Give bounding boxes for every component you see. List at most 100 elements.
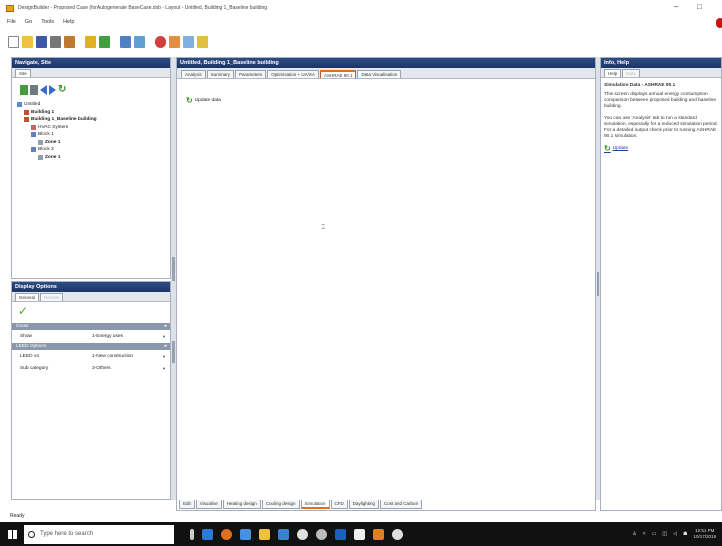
tab-help[interactable]: Help — [604, 69, 622, 77]
chrome-icon[interactable] — [297, 528, 308, 540]
export-icon[interactable] — [197, 36, 208, 48]
start-button[interactable] — [0, 522, 24, 546]
new-file-icon[interactable] — [8, 36, 19, 48]
section-leed-options[interactable]: LEED Options ▸ — [12, 343, 170, 350]
help-paragraph: You can use 'Analysis' tab to run a stan… — [604, 116, 718, 139]
tree-item-label: Building 1_Baseline building — [31, 117, 97, 122]
chart-icon[interactable] — [85, 36, 96, 48]
app-icon[interactable] — [392, 528, 403, 540]
app-icon[interactable] — [278, 528, 289, 540]
dropdown-arrow-icon[interactable]: ▼ — [162, 334, 170, 339]
tree-item-label: Untitled — [24, 102, 41, 107]
tab-daylighting[interactable]: Daylighting — [348, 500, 380, 509]
print-icon[interactable] — [50, 36, 61, 48]
dropdown-arrow-icon[interactable]: ▼ — [162, 354, 170, 359]
tree-item-label: Zone 1 — [45, 139, 61, 145]
volume-icon[interactable]: ◁ — [673, 531, 677, 537]
option-row-show[interactable]: Show 1-Energy uses ▼ — [12, 330, 170, 342]
table-icon[interactable] — [134, 36, 145, 48]
display-tabs: General Results — [12, 292, 170, 302]
tab-analysis[interactable]: Analysis — [181, 70, 206, 78]
section-cross[interactable]: Cross ▸ — [12, 323, 170, 330]
tree-item-building[interactable]: Building 1 — [17, 109, 170, 117]
people-icon[interactable] — [169, 36, 180, 48]
tab-simulation[interactable]: Simulation — [300, 500, 330, 509]
tree-item-zone[interactable]: Zone 1 — [17, 139, 170, 147]
update-link[interactable]: ↻ Update — [604, 144, 718, 153]
save-icon[interactable] — [36, 36, 47, 48]
tree-item-block[interactable]: Block 1 — [17, 131, 170, 139]
network-icon[interactable]: ◫ — [662, 531, 667, 537]
tree-item-building[interactable]: Building 1_Baseline building — [17, 116, 170, 124]
clock[interactable]: 12:51 PM 10/17/2019 — [693, 528, 716, 540]
tab-parameters[interactable]: Parameters — [235, 70, 267, 78]
menu-go[interactable]: Go — [25, 17, 32, 28]
help-heading: Simulation Data - ASHRAE 90.1 — [604, 83, 676, 88]
people-icon[interactable]: ♙ — [632, 531, 636, 537]
menu-file[interactable]: File — [7, 17, 16, 28]
tab-visualise[interactable]: Visualise — [195, 500, 222, 509]
app-icon[interactable] — [354, 528, 365, 540]
apply-check-icon[interactable]: ✓ — [12, 302, 170, 322]
option-row-sub-category[interactable]: Sub category 3-Others ▼ — [12, 362, 170, 374]
tab-site[interactable]: Site — [15, 69, 31, 77]
building-icon — [24, 109, 29, 115]
toolbar-separator — [113, 36, 117, 48]
refresh-icon: ↻ — [604, 144, 611, 153]
sync-icon[interactable] — [183, 36, 194, 48]
tree-item-hvac[interactable]: HVAC System — [17, 124, 170, 132]
menu-help[interactable]: Help — [63, 17, 74, 28]
maximize-button[interactable]: □ — [697, 2, 702, 11]
building-icon[interactable] — [30, 85, 38, 95]
tab-cost-and-carbon[interactable]: Cost and Carbon — [380, 500, 423, 509]
grid-icon[interactable] — [120, 36, 131, 48]
open-folder-icon[interactable] — [22, 36, 33, 48]
option-row-leed-v4[interactable]: LEED v4 1-New construction ▼ — [12, 350, 170, 362]
app-icon[interactable] — [373, 528, 384, 540]
sigma-icon[interactable] — [335, 528, 346, 540]
tab-optimisation[interactable]: Optimisation + UA/SA — [267, 70, 319, 78]
splitter-grip[interactable] — [597, 272, 599, 296]
zoom-icon[interactable] — [155, 36, 166, 48]
windows-icon — [7, 529, 17, 539]
edge-icon[interactable] — [202, 528, 213, 540]
wrench-icon[interactable] — [64, 36, 75, 48]
refresh-icon[interactable]: ↻ — [58, 85, 66, 95]
tab-general[interactable]: General — [15, 293, 40, 301]
tab-ashrae[interactable]: ASHRAE 90.1 — [319, 70, 357, 78]
info-tabs: Help Data — [601, 68, 721, 78]
tree-item-block[interactable]: Block 2 — [17, 146, 170, 154]
mic-icon[interactable] — [190, 528, 194, 540]
info-panel: Info, Help Help Data Simulation Data - A… — [600, 57, 722, 511]
app-icon[interactable] — [316, 528, 327, 540]
update-data-button[interactable]: ↻ Update data — [186, 96, 221, 105]
refresh-icon[interactable] — [99, 36, 110, 48]
forward-arrow-icon[interactable] — [49, 85, 56, 95]
option-value[interactable]: 3-Others — [92, 366, 162, 371]
battery-icon[interactable]: ▭ — [652, 531, 657, 537]
firefox-icon[interactable] — [221, 528, 232, 540]
splitter-grip[interactable] — [172, 257, 175, 281]
tab-summary[interactable]: Summary — [206, 70, 235, 78]
back-arrow-icon[interactable] — [40, 85, 47, 95]
tab-cooling-design[interactable]: Cooling design — [261, 500, 300, 509]
site-icon[interactable] — [20, 85, 28, 95]
tab-data-visualisation[interactable]: Data Visualisation — [357, 70, 402, 78]
menu-tools[interactable]: Tools — [41, 17, 54, 28]
tab-heating-design[interactable]: Heating design — [222, 500, 261, 509]
taskbar-search[interactable]: Type here to search — [24, 524, 174, 544]
splitter-grip[interactable] — [172, 341, 175, 363]
store-icon[interactable] — [240, 528, 251, 540]
minimize-button[interactable]: – — [674, 2, 678, 11]
option-value[interactable]: 1-Energy uses — [92, 334, 162, 339]
tree-item-zone[interactable]: Zone 1 — [17, 154, 170, 162]
tab-cfd[interactable]: CFD — [330, 500, 348, 509]
language-icon[interactable]: ☗ — [683, 531, 687, 537]
dropdown-arrow-icon[interactable]: ▼ — [162, 366, 170, 371]
tab-edit[interactable]: Edit — [179, 500, 195, 509]
option-value[interactable]: 1-New construction — [92, 354, 162, 359]
chevron-up-icon[interactable]: ˄ — [643, 531, 646, 537]
tab-results: Results — [40, 293, 64, 301]
tree-item-site[interactable]: Untitled — [17, 101, 170, 109]
explorer-icon[interactable] — [259, 528, 270, 540]
